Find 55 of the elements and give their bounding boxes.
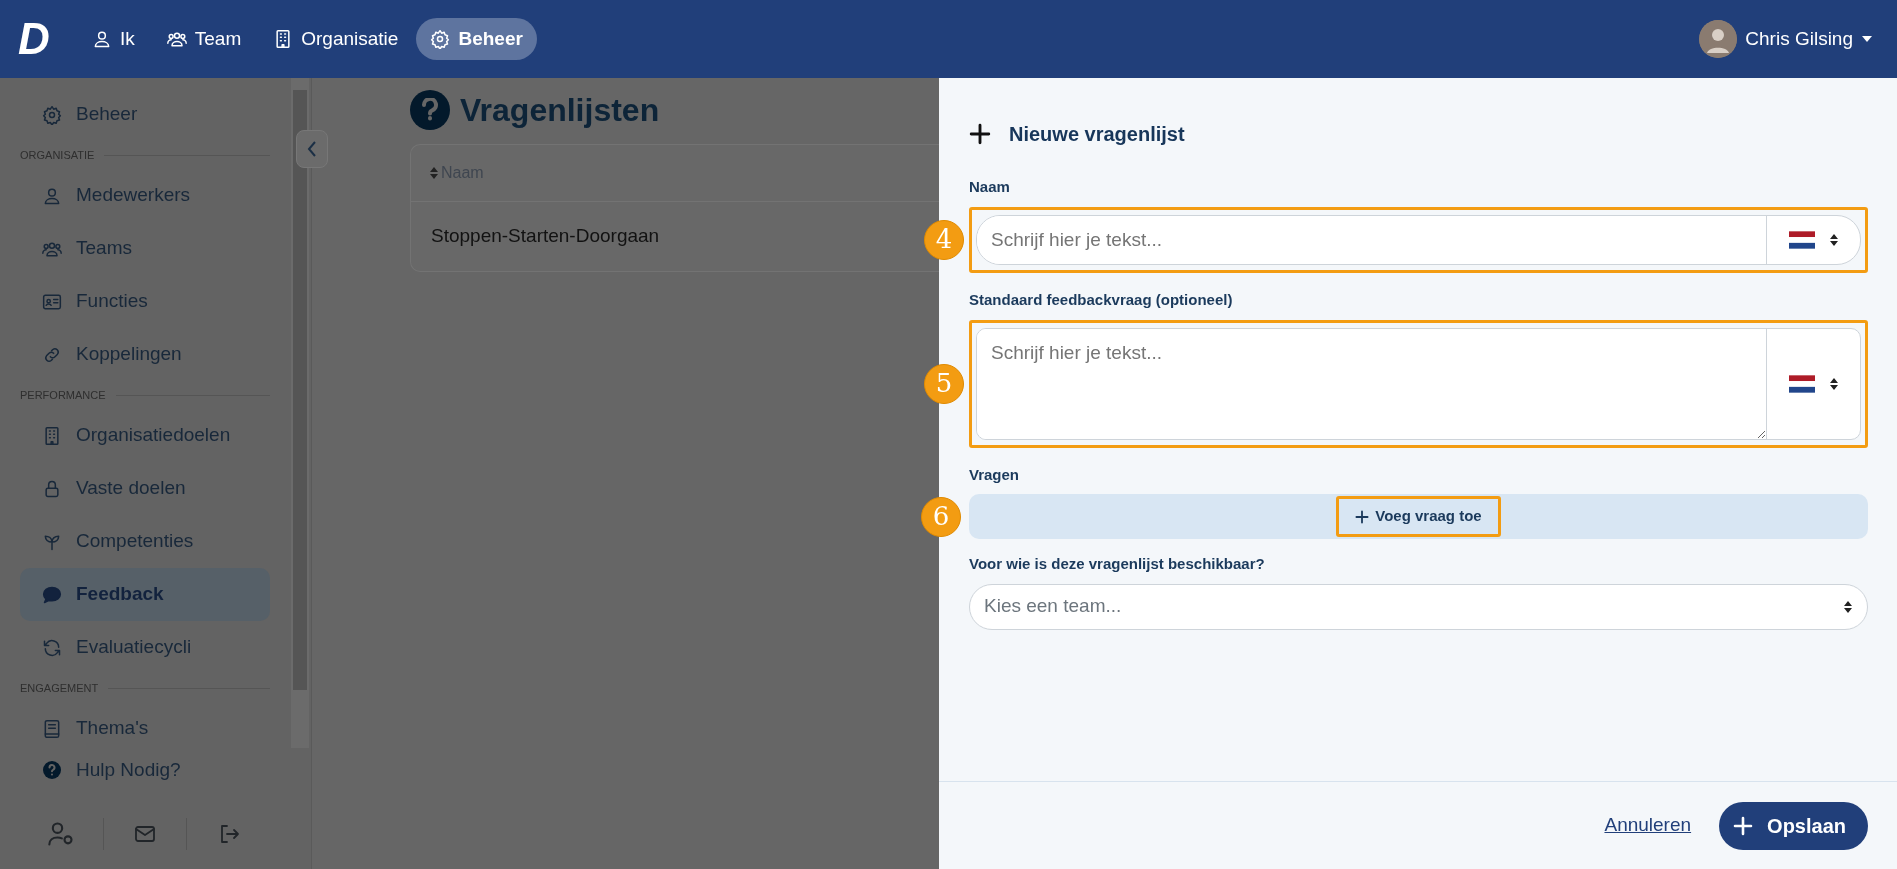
sidebar-item[interactable]: Vaste doelen bbox=[20, 462, 270, 515]
user-menu[interactable]: Chris Gilsing bbox=[1693, 19, 1879, 59]
sidebar-item[interactable]: Beheer bbox=[20, 88, 270, 141]
sidebar-item[interactable]: Organisatiedoelen bbox=[20, 409, 270, 462]
plus-icon bbox=[1733, 815, 1754, 836]
sidebar-item[interactable]: Functies bbox=[20, 275, 270, 328]
field-label: Naam bbox=[969, 177, 1011, 197]
chat-icon bbox=[42, 584, 62, 605]
field-label: Vragen bbox=[969, 464, 1021, 485]
collapse-button[interactable] bbox=[296, 130, 328, 168]
nav-item[interactable]: Ik bbox=[78, 17, 149, 61]
sidebar-item[interactable]: Feedback bbox=[20, 568, 270, 621]
settings-icon bbox=[42, 104, 62, 125]
sort-icon bbox=[1828, 376, 1839, 391]
people-icon bbox=[166, 29, 187, 49]
nav-item[interactable]: Organisatie bbox=[259, 17, 413, 61]
scrollbar[interactable] bbox=[291, 78, 309, 748]
sidebar-item[interactable]: Evaluatiecycli bbox=[20, 621, 270, 674]
nav-item[interactable]: Beheer bbox=[416, 17, 537, 61]
chevron-left-icon bbox=[306, 140, 318, 158]
refresh-icon bbox=[42, 637, 62, 658]
person-icon bbox=[92, 29, 112, 49]
table-cell[interactable]: Stoppen-Starten-Doorgaan bbox=[431, 225, 660, 246]
building-icon bbox=[42, 425, 62, 446]
flag-icon bbox=[1788, 374, 1815, 393]
sidebar-item[interactable]: Medewerkers bbox=[20, 169, 270, 222]
field-label: Standaard feedbackvraag (optioneel) bbox=[969, 290, 1234, 310]
caret-icon bbox=[1861, 35, 1873, 43]
help-icon bbox=[42, 760, 62, 780]
step-marker: 5 bbox=[924, 363, 964, 404]
nav-item[interactable]: Team bbox=[152, 17, 256, 61]
lock-icon bbox=[42, 478, 62, 499]
sidebar-item[interactable]: Competenties bbox=[20, 515, 270, 568]
sort-icon bbox=[429, 166, 439, 180]
field-label: Voor wie is deze vragenlijst beschikbaar? bbox=[969, 554, 1266, 574]
sort-icon bbox=[1843, 599, 1853, 614]
panel-title: Nieuwe vragenlijst bbox=[1009, 122, 1185, 146]
help-icon bbox=[410, 90, 450, 130]
logo[interactable]: D bbox=[18, 17, 78, 61]
sidebar-item[interactable]: Koppelingen bbox=[20, 328, 270, 381]
team-select[interactable]: Kies een team... bbox=[969, 583, 1868, 630]
plus-icon bbox=[1355, 509, 1370, 524]
sort-icon bbox=[1828, 232, 1839, 247]
cancel-link[interactable]: Annuleren bbox=[1598, 810, 1698, 841]
save-button[interactable]: Opslaan bbox=[1719, 801, 1868, 850]
sidebar-item[interactable]: Teams bbox=[20, 222, 270, 275]
plus-icon bbox=[969, 123, 991, 145]
sidebar-item[interactable]: Thema's bbox=[20, 702, 270, 755]
avatar bbox=[1699, 20, 1738, 58]
settings-icon bbox=[430, 29, 451, 49]
page-title: Vragenlijsten bbox=[460, 90, 660, 130]
flag-icon bbox=[1788, 230, 1815, 249]
help-link[interactable]: Hulp Nodig? bbox=[20, 755, 270, 785]
step-marker: 6 bbox=[921, 496, 961, 537]
book-icon bbox=[42, 718, 62, 739]
